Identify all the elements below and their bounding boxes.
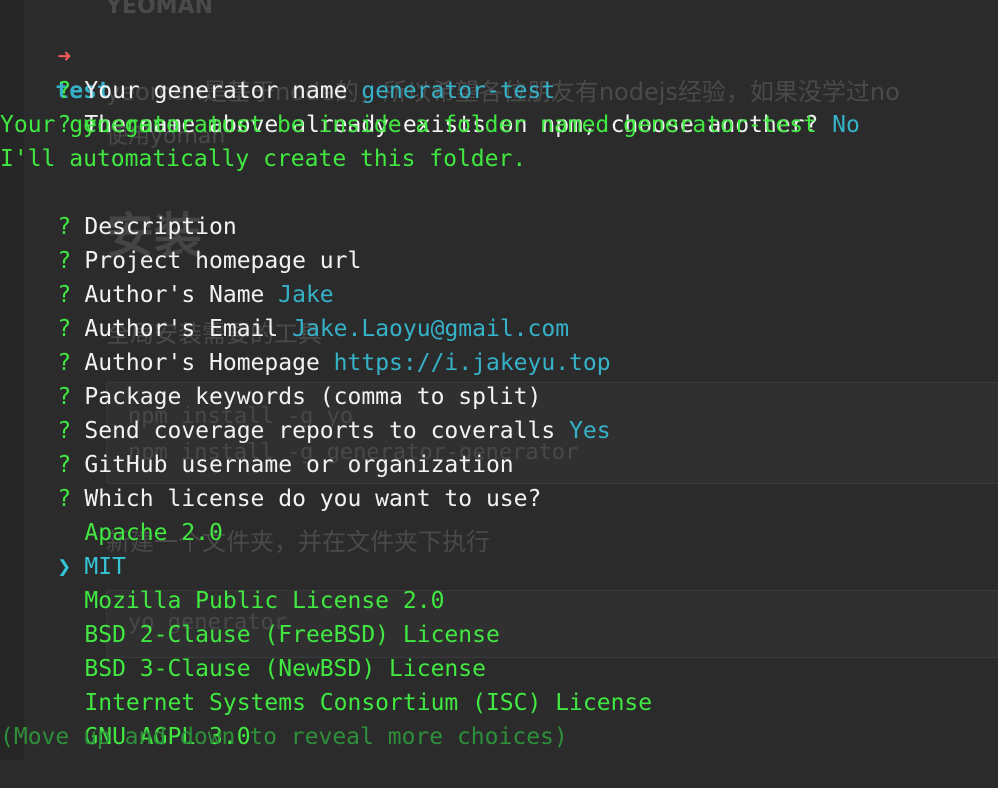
info-folder-required: Your generator must be inside a folder n… [0,112,817,138]
question-author-homepage: ? Author's Homepage https://i.jakeyu.top [0,312,610,376]
answer-value: No [832,112,860,138]
question-coveralls: ? Send coverage reports to coveralls Yes [0,380,610,444]
navigation-hint: (Move up and down to reveal more choices… [0,724,568,750]
license-option-isc[interactable]: Internet Systems Consortium (ISC) Licens… [0,652,652,716]
question-author-name: ? Author's Name Jake [0,244,333,308]
license-option-mozilla[interactable]: Mozilla Public License 2.0 [0,550,444,614]
info-auto-create: I'll automatically create this folder. [0,146,527,172]
question-description: ? Description [0,176,236,240]
question-github-username: ? GitHub username or organization [0,414,513,478]
question-homepage-url: ? Project homepage url [0,210,361,274]
question-generator-name: ? Your generator name generator-test [0,40,555,104]
answer-value: Yes [569,418,611,444]
prompt-line: ➜ test yo generator [0,6,249,138]
license-option-bsd2[interactable]: BSD 2-Clause (FreeBSD) License [0,584,499,648]
question-author-email: ? Author's Email Jake.Laoyu@gmail.com [0,278,569,342]
question-keywords: ? Package keywords (comma to split) [0,346,541,410]
question-license: ? Which license do you want to use? [0,448,541,512]
license-option-mit[interactable]: ❯ MIT [0,516,126,580]
license-option-apache[interactable]: Apache 2.0 [0,482,222,546]
license-option-agpl[interactable]: GNU AGPL 3.0 [0,686,250,750]
license-option-bsd3[interactable]: BSD 3-Clause (NewBSD) License [0,618,486,682]
question-name-exists: ? The name above already exists on npm, c… [0,74,859,138]
